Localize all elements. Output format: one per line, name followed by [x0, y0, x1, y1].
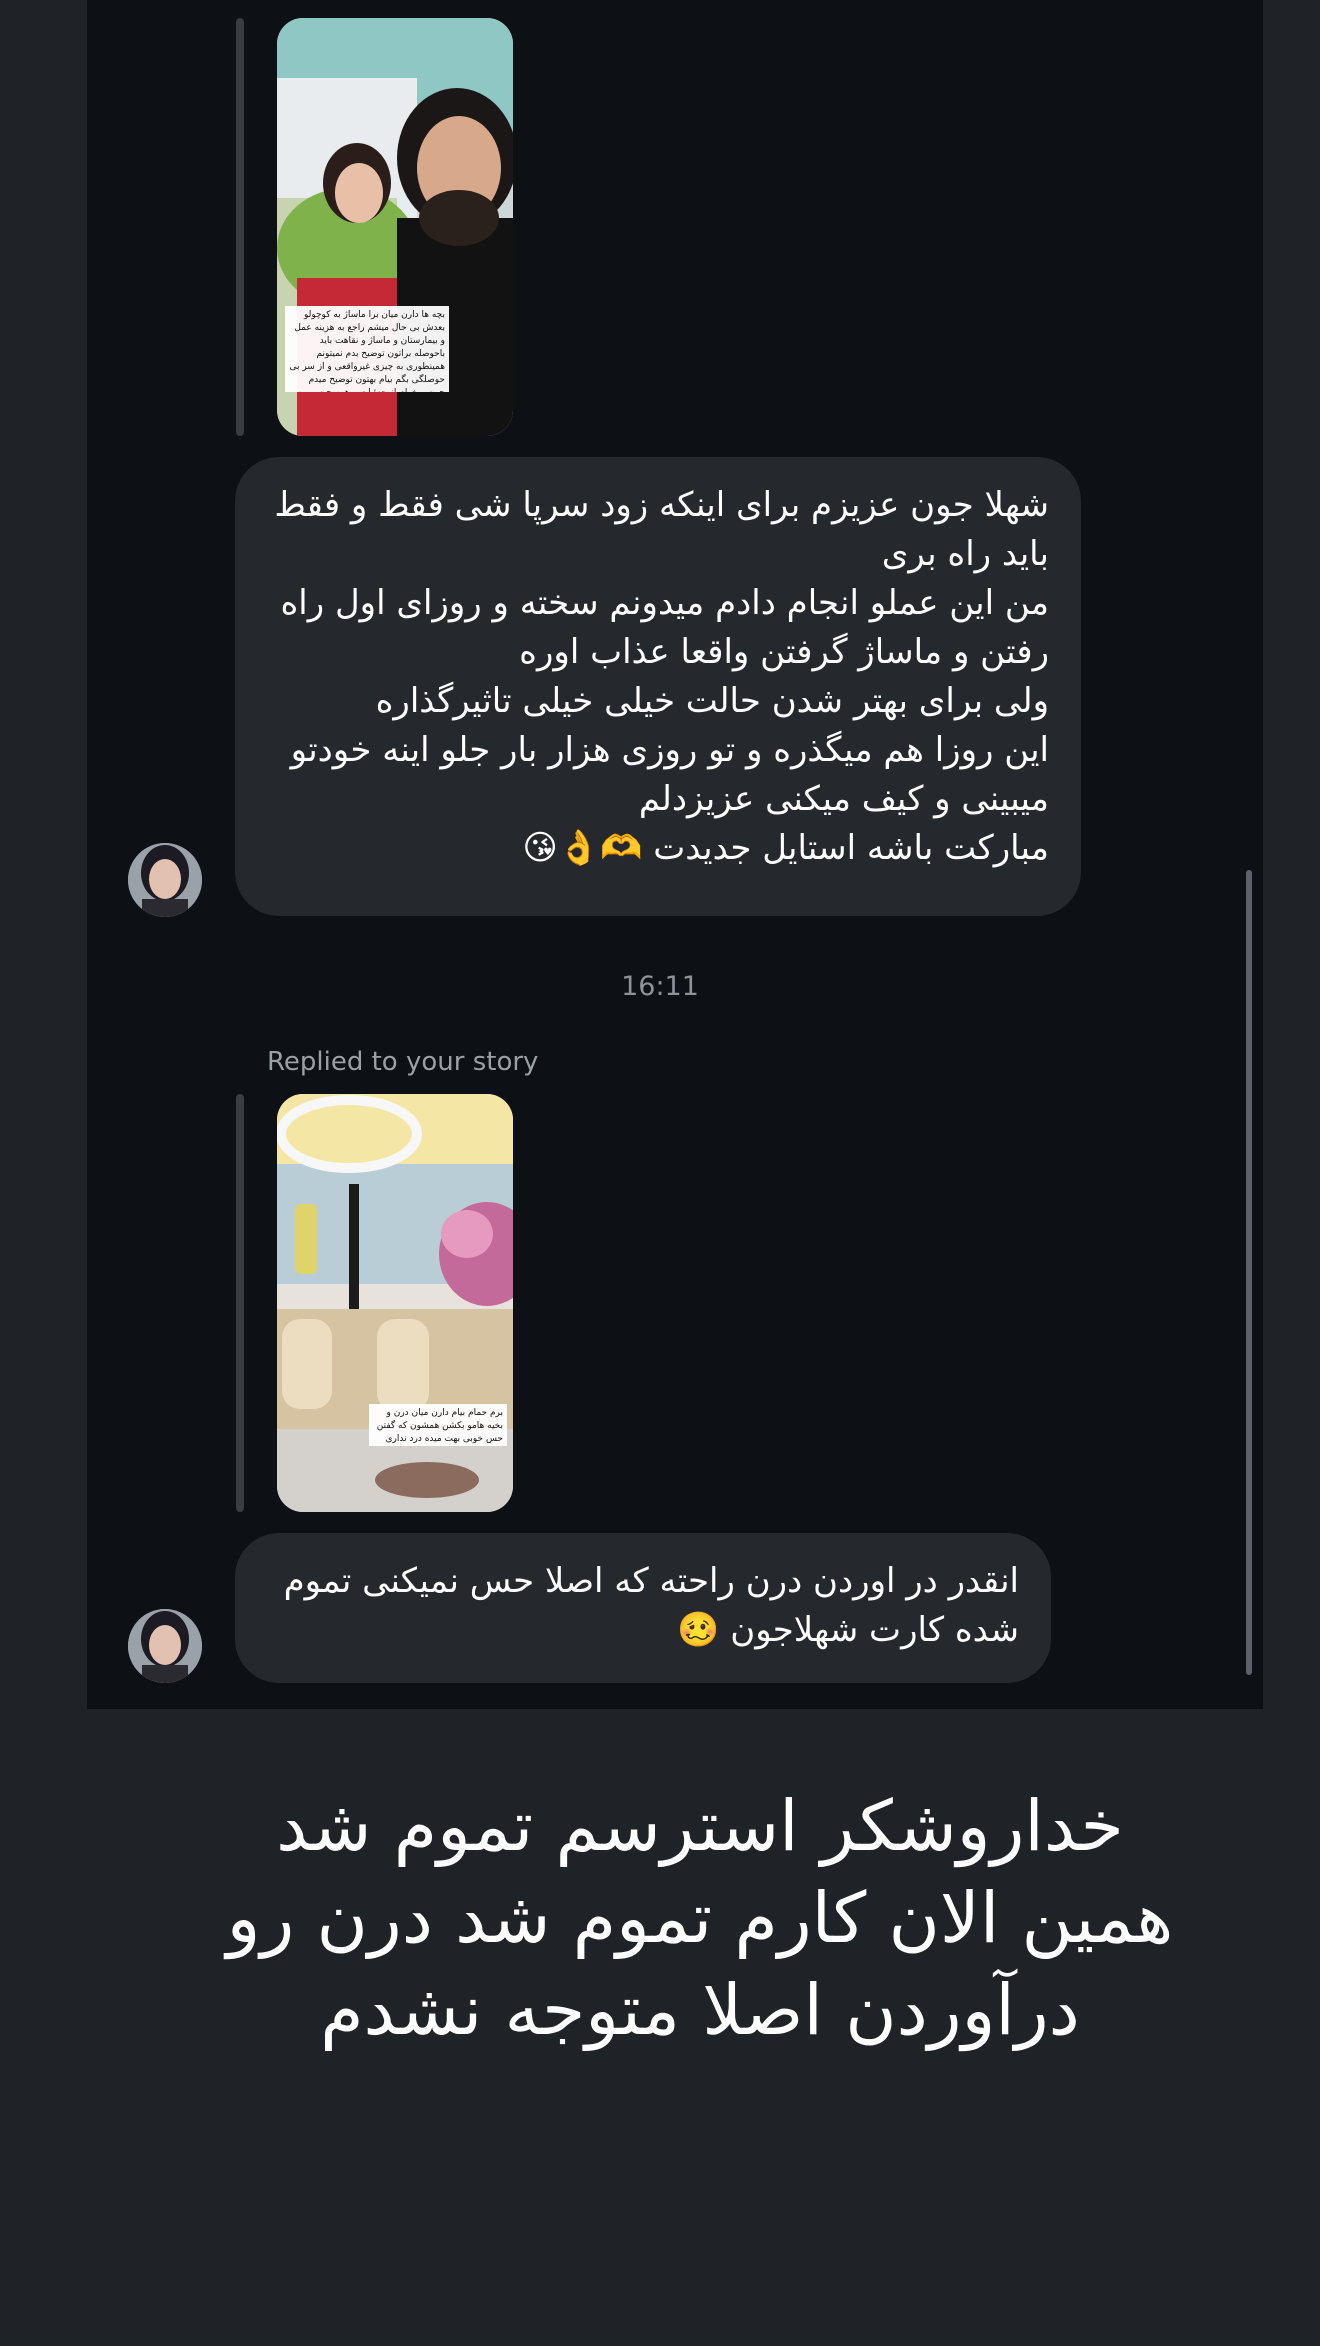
avatar[interactable] — [128, 1609, 202, 1683]
message-line: این روزا هم میگذره و تو روزی هزار بار جل… — [290, 730, 1049, 819]
story-reply-line — [236, 18, 244, 436]
story-caption-2: برم حمام بیام دارن میان درن و بخیه هامو … — [369, 1404, 507, 1446]
scrollbar[interactable] — [1246, 870, 1252, 1675]
story-caption-1: بچه ها دارن میان برا ماساژ به کوچولو بعد… — [285, 306, 449, 392]
story-thumbnail-1[interactable]: بچه ها دارن میان برا ماساژ به کوچولو بعد… — [277, 18, 513, 436]
message-line: مبارکت باشه استایل جدیدت 🫶👌😘 — [522, 828, 1049, 868]
message-line: شهلا جون عزیزم برای اینکه زود سرپا شی فق… — [274, 485, 1049, 574]
story-reply-line — [236, 1094, 244, 1512]
message-line: ولی برای بهتر شدن حالت خیلی خیلی تاثیرگذ… — [375, 681, 1049, 721]
story-photo-room — [277, 1094, 513, 1512]
avatar[interactable] — [128, 843, 202, 917]
replied-to-story-label: Replied to your story — [267, 1047, 539, 1077]
message-bubble-1[interactable]: شهلا جون عزیزم برای اینکه زود سرپا شی فق… — [235, 457, 1081, 916]
message-line: انقدر در اوردن درن راحته که اصلا حس نمیک… — [283, 1561, 1019, 1650]
message-bubble-2[interactable]: انقدر در اوردن درن راحته که اصلا حس نمیک… — [235, 1533, 1051, 1683]
avatar-photo — [128, 1609, 202, 1683]
message-line: من این عملو انجام دادم میدونم سخته و روز… — [280, 583, 1049, 672]
overlay-caption: خداروشکر استرسم تموم شد همین الان کارم ت… — [226, 1785, 1174, 2051]
timestamp: 16:11 — [621, 971, 699, 1002]
avatar-photo — [128, 843, 202, 917]
story-thumbnail-2[interactable]: برم حمام بیام دارن میان درن و بخیه هامو … — [277, 1094, 513, 1512]
